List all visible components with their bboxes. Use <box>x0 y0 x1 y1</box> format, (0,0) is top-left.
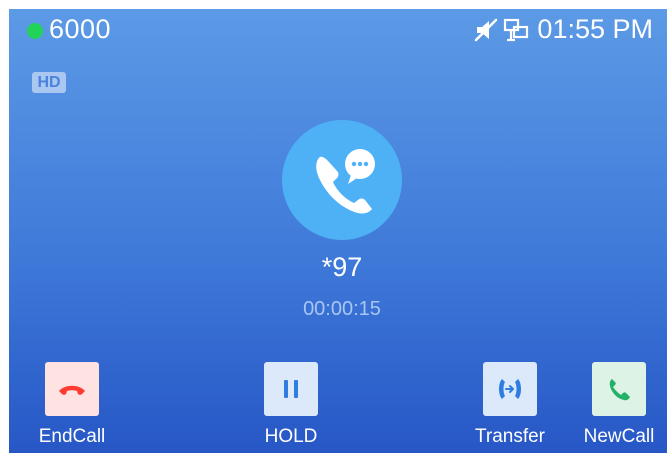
call-duration: 00:00:15 <box>303 298 381 320</box>
status-icons: 01:55 PM <box>473 14 653 45</box>
transfer-icon <box>499 379 521 399</box>
caller-number: *97 <box>321 252 363 282</box>
new-call-button[interactable]: NewCall <box>564 362 667 448</box>
transfer-label: Transfer <box>474 426 546 447</box>
hd-badge: HD <box>32 72 66 93</box>
hold-label: HOLD <box>264 426 318 447</box>
network-icon <box>503 17 529 43</box>
account-status-dot <box>27 23 43 39</box>
status-bar: 6000 01:55 PM <box>9 9 667 53</box>
caller-avatar <box>282 120 402 240</box>
hold-button[interactable]: HOLD <box>236 362 346 448</box>
muted-speaker-icon <box>473 17 499 43</box>
end-call-label: EndCall <box>38 426 106 447</box>
phone-chat-icon <box>316 149 375 214</box>
account-number: 6000 <box>49 14 112 44</box>
pause-icon <box>284 380 298 398</box>
transfer-button[interactable]: Transfer <box>455 362 565 448</box>
call-screen: 6000 01:55 PM HD *97 00:00:15 EndCall HO… <box>9 9 667 453</box>
end-call-button[interactable]: EndCall <box>17 362 127 448</box>
hangup-icon <box>59 385 85 395</box>
new-call-label: NewCall <box>583 426 655 447</box>
phone-icon <box>609 379 630 401</box>
clock: 01:55 PM <box>537 14 653 44</box>
